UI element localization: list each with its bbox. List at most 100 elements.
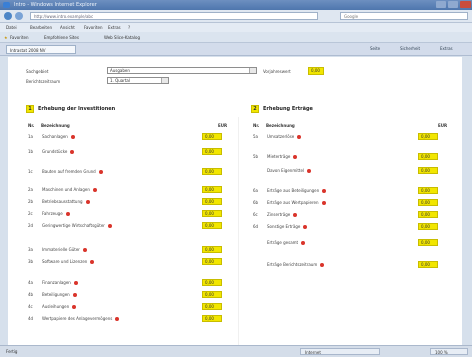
tool-extras[interactable]: Extras <box>440 46 453 51</box>
table-row: 4d Wertpapiere des Anlagevermögens 0,00 <box>28 315 224 322</box>
row-number: 6b <box>253 200 259 205</box>
row-number: 4b <box>28 292 34 297</box>
table-row: 2c Fahrzeuge 0,00 <box>28 210 224 217</box>
value-input[interactable]: 0,00 <box>202 186 222 193</box>
zeitraum-select[interactable]: 1. Quartal <box>107 77 169 84</box>
value-input[interactable]: 0,00 <box>418 239 438 246</box>
row-number: 6c <box>253 212 258 217</box>
value-input[interactable]: 0,00 <box>202 222 222 229</box>
row-description: Erträge aus Wertpapieren <box>267 200 326 205</box>
minimize-button[interactable] <box>436 1 446 8</box>
help-icon[interactable] <box>98 170 103 174</box>
value-input[interactable]: 0,00 <box>202 210 222 217</box>
help-icon[interactable] <box>322 189 327 193</box>
help-icon[interactable] <box>70 150 75 154</box>
menu-file[interactable]: Datei <box>6 25 17 30</box>
right-col-eur: EUR <box>438 123 448 128</box>
value-input[interactable]: 0,00 <box>202 168 222 175</box>
status-bar: Fertig Internet 100 % <box>0 345 472 357</box>
menu-tools[interactable]: Extras <box>108 25 121 30</box>
tool-page[interactable]: Seite <box>370 46 380 51</box>
chevron-down-icon <box>249 68 256 73</box>
value-input[interactable]: 0,00 <box>418 153 438 160</box>
table-row: 1a Sachanlagen 0,00 <box>28 133 224 140</box>
value-input[interactable]: 0,00 <box>202 291 222 298</box>
help-icon[interactable] <box>65 212 70 216</box>
value-input[interactable]: 0,00 <box>202 198 222 205</box>
close-button[interactable] <box>460 1 471 8</box>
row-description: Wertpapiere des Anlagevermögens <box>42 316 120 321</box>
help-icon[interactable] <box>107 224 112 228</box>
help-icon[interactable] <box>297 135 302 139</box>
value-input[interactable]: 0,00 <box>202 246 222 253</box>
value-input[interactable]: 0,00 <box>418 223 438 230</box>
search-input[interactable]: Google <box>340 12 468 20</box>
menu-favorites[interactable]: Favoriten <box>84 25 103 30</box>
left-section-title: Erhebung der Investitionen <box>38 106 116 112</box>
menu-bar: Datei Bearbeiten Ansicht Favoriten Extra… <box>0 23 472 32</box>
left-col-eur: EUR <box>218 123 228 128</box>
row-number: 2b <box>28 199 34 204</box>
back-icon[interactable] <box>4 12 12 20</box>
help-icon[interactable] <box>85 200 90 204</box>
vorjahr-label: Vorjahreswert <box>263 69 291 74</box>
value-input[interactable]: 0,00 <box>418 211 438 218</box>
value-input[interactable]: 0,00 <box>418 167 438 174</box>
sachgebiet-label: Sachgebiet <box>26 69 49 74</box>
value-input[interactable]: 0,00 <box>418 187 438 194</box>
forward-icon[interactable] <box>15 12 23 20</box>
table-row: 1c Bauten auf fremden Grund 0,00 <box>28 168 224 175</box>
row-description: Maschinen und Anlagen <box>42 187 97 192</box>
row-number: 6a <box>253 188 258 193</box>
favorites-bar: ★ Favoriten Empfohlene Sites Web Slice-K… <box>0 32 472 43</box>
star-icon[interactable]: ★ <box>4 35 8 40</box>
help-icon[interactable] <box>72 305 77 309</box>
help-icon[interactable] <box>307 169 312 173</box>
value-input[interactable]: 0,00 <box>202 315 222 322</box>
tool-security[interactable]: Sicherheit <box>400 46 420 51</box>
menu-help[interactable]: ? <box>128 25 130 30</box>
help-icon[interactable] <box>82 248 87 252</box>
value-input[interactable]: 0,00 <box>202 279 222 286</box>
value-input[interactable]: 0,00 <box>418 199 438 206</box>
menu-edit[interactable]: Bearbeiten <box>30 25 52 30</box>
help-icon[interactable] <box>293 155 298 159</box>
row-description: Zinserträge <box>267 212 298 217</box>
help-icon[interactable] <box>70 135 75 139</box>
value-input[interactable]: 0,00 <box>202 303 222 310</box>
value-input[interactable]: 0,00 <box>202 148 222 155</box>
row-number: 2c <box>28 211 33 216</box>
help-icon[interactable] <box>73 281 78 285</box>
help-icon[interactable] <box>115 317 120 321</box>
row-description: Bauten auf fremden Grund <box>42 169 103 174</box>
row-description: Ausleihungen <box>42 304 77 309</box>
value-input[interactable]: 0,00 <box>418 133 438 140</box>
vorjahr-value[interactable]: 0,00 <box>308 67 324 75</box>
value-input[interactable]: 0,00 <box>418 261 438 268</box>
row-number: 5b <box>253 154 259 159</box>
sachgebiet-select[interactable]: Ausgaben <box>107 67 257 74</box>
value-input[interactable]: 0,00 <box>202 258 222 265</box>
menu-view[interactable]: Ansicht <box>60 25 75 30</box>
address-input[interactable]: http://www.intro.example/abc <box>30 12 318 20</box>
row-number: 1b <box>28 149 34 154</box>
value-input[interactable]: 0,00 <box>202 133 222 140</box>
tab-current[interactable]: Intrastat 2008 NV <box>6 45 76 54</box>
zoom-box[interactable]: 100 % <box>430 348 468 355</box>
row-number: 5a <box>253 134 258 139</box>
help-icon[interactable] <box>321 201 326 205</box>
right-col-desc: Bezeichnung <box>266 123 295 128</box>
favorites-label[interactable]: Favoriten <box>10 35 29 40</box>
fav-item-suggested[interactable]: Empfohlene Sites <box>44 35 79 40</box>
help-icon[interactable] <box>303 225 308 229</box>
help-icon[interactable] <box>301 241 306 245</box>
row-number: 4c <box>28 304 33 309</box>
help-icon[interactable] <box>293 213 298 217</box>
help-icon[interactable] <box>90 260 95 264</box>
help-icon[interactable] <box>320 263 325 267</box>
help-icon[interactable] <box>92 188 97 192</box>
row-description: Fahrzeuge <box>42 211 70 216</box>
fav-item-webslice[interactable]: Web Slice-Katalog <box>104 35 140 40</box>
maximize-button[interactable] <box>448 1 458 8</box>
help-icon[interactable] <box>72 293 77 297</box>
